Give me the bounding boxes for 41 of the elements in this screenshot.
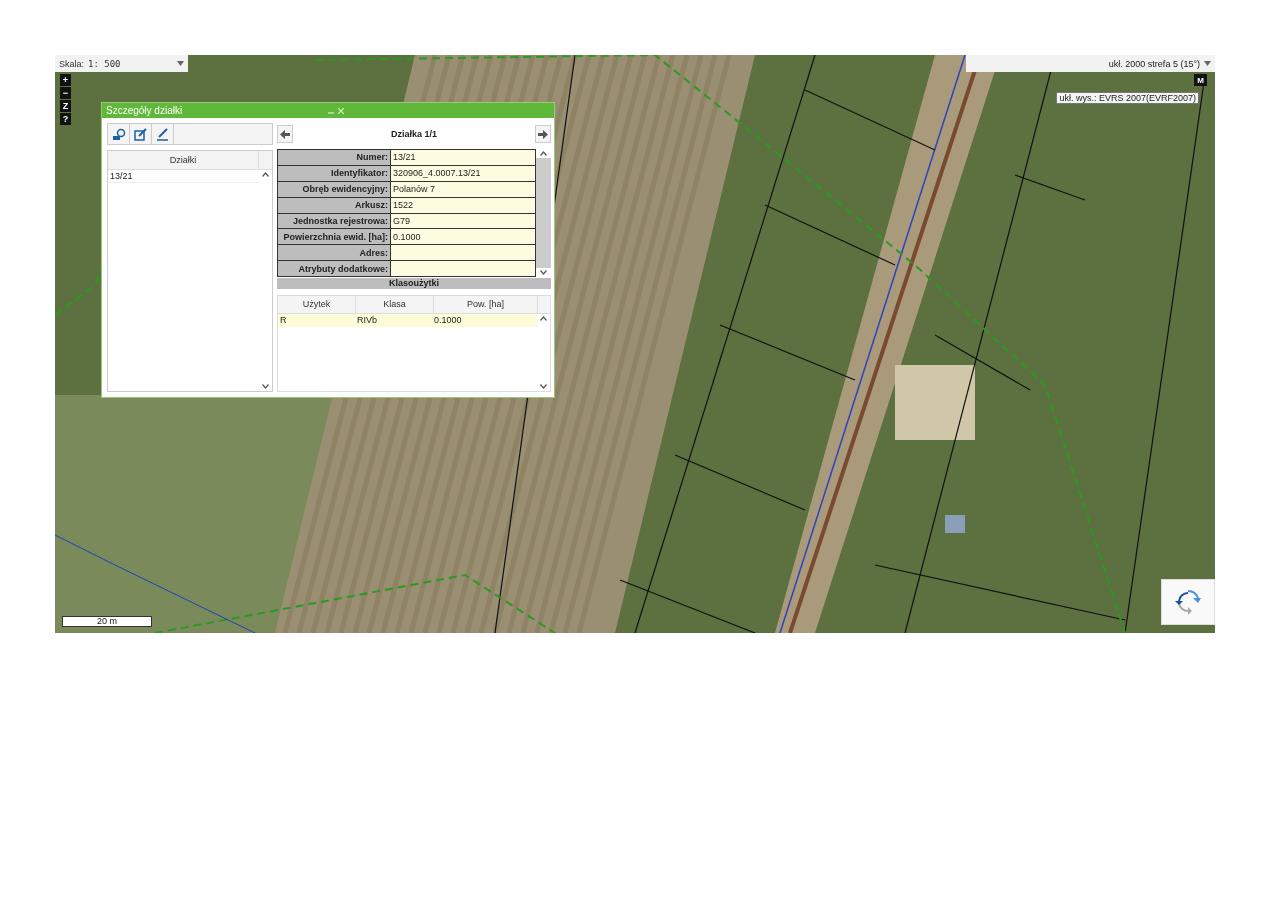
scroll-down-icon[interactable] [540,270,547,275]
left-arrow-icon [280,129,290,139]
recycle-arrows-icon [1174,589,1202,615]
table-cell-text: R [279,314,288,327]
column-header: Użytek [278,296,356,313]
field-label: Numer: [277,149,391,166]
scroll-up-icon[interactable] [540,151,547,156]
table-cell-text: RIVb [356,314,378,327]
parcel-counter-title: Działka 1/1 [391,129,437,139]
map-button[interactable]: M [1194,74,1207,86]
caret-icon [1204,61,1211,66]
scroll-up-icon[interactable] [540,316,547,321]
scale-value: 1: 500 [88,58,121,69]
zoom-control-button[interactable]: + [60,74,71,86]
column-header: Działki [108,151,259,169]
zoom-control-button[interactable]: ? [60,113,71,125]
section-header: Klasoużytki [277,278,551,289]
edit-square-icon [134,127,147,141]
height-system-label: ukł. wys.: EVRS 2007(EVRF2007) [1056,92,1199,104]
right-arrow-icon [538,129,548,139]
pencil-icon [156,127,169,141]
dialog-title: Szczegóły działki [106,105,184,116]
caret-icon [177,61,184,66]
previous-button[interactable] [277,125,293,143]
zoom-control-button[interactable]: Z [60,100,71,112]
coordinate-system-selector[interactable]: ukł. 2000 strefa 5 (15°) [966,55,1215,72]
captcha-badge[interactable] [1161,579,1215,625]
column-header: Pow. [ha] [434,296,538,313]
scroll-down-icon[interactable] [540,384,547,389]
parcel-list-item[interactable]: 13/21 [108,170,259,183]
coordinate-system-label: ukł. 2000 strefa 5 (15°) [1108,58,1200,69]
field-value: 13/21 [390,149,536,166]
table-cell-text: 0.1000 [433,314,463,327]
next-button[interactable] [535,125,551,143]
column-header: Klasa [356,296,434,313]
zoom-control-button[interactable]: − [60,87,71,99]
scale-selector[interactable]: Skala: 1: 500 [55,55,188,72]
scale-label: Skala: [59,58,84,69]
scroll-down-icon[interactable] [262,384,269,389]
scroll-up-icon[interactable] [262,172,269,177]
scale-bar: 20 m [62,616,152,627]
